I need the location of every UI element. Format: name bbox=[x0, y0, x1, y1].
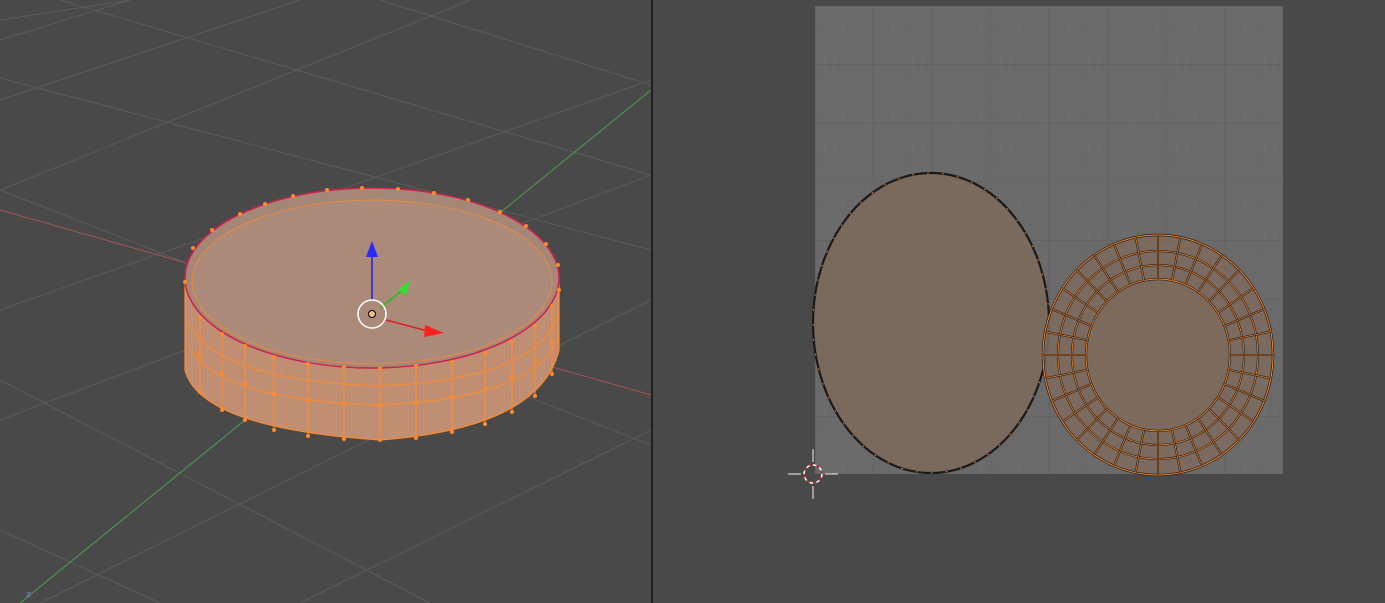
view-axis-indicator: z bbox=[26, 590, 31, 600]
uv-top-face-island[interactable] bbox=[811, 171, 1051, 475]
origin-point-icon bbox=[368, 310, 376, 318]
blender-window: z bbox=[0, 0, 1385, 603]
3d-viewport-canvas[interactable] bbox=[0, 0, 651, 603]
uv-image-editor[interactable] bbox=[653, 0, 1385, 603]
uv-ring-inner-outline bbox=[1084, 277, 1232, 433]
3d-viewport[interactable]: z bbox=[0, 0, 651, 603]
uv-editor-canvas[interactable] bbox=[653, 0, 1385, 603]
uv-side-ring-island[interactable] bbox=[1041, 233, 1275, 477]
uv-oval-fill bbox=[813, 173, 1049, 473]
